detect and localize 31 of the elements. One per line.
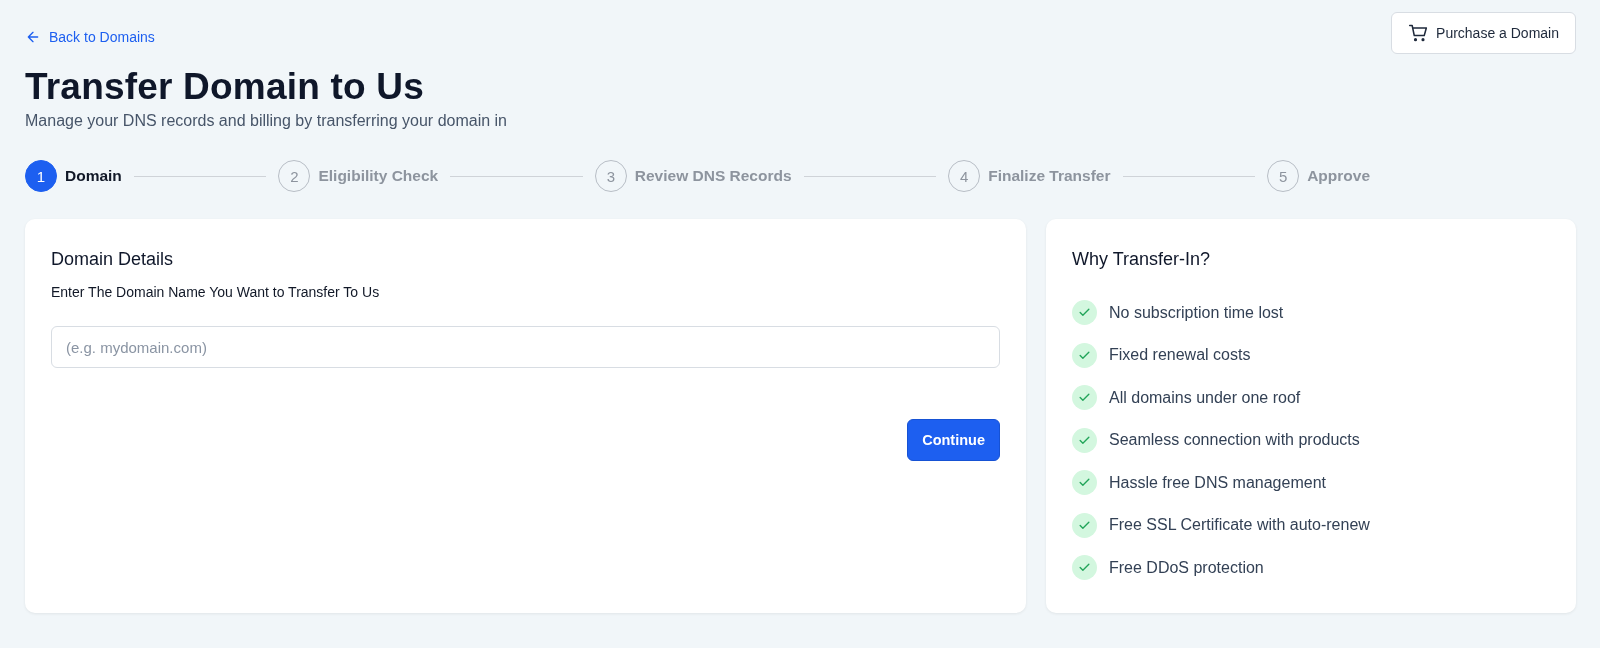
purchase-domain-button[interactable]: Purchase a Domain <box>1391 12 1576 54</box>
benefit-text: Seamless connection with products <box>1109 431 1360 449</box>
check-icon <box>1072 427 1097 453</box>
page-subtitle: Manage your DNS records and billing by transferring your domain in <box>25 112 508 130</box>
benefit-text: No subscription time lost <box>1109 303 1284 322</box>
check-icon <box>1072 512 1097 538</box>
page-title: Transfer Domain to Us <box>25 66 425 108</box>
domain-input-field[interactable]: (e.g. mydomain.com) <box>51 326 1000 368</box>
cart-icon <box>1408 23 1429 43</box>
arrow-left-icon <box>25 29 41 45</box>
step-label: Eligibility Check <box>318 167 439 185</box>
check-icon <box>1072 555 1097 580</box>
continue-button[interactable]: Continue <box>907 419 1000 461</box>
benefit-text: Fixed renewal costs <box>1109 346 1251 364</box>
benefit-text: All domains under one roof <box>1109 388 1301 407</box>
check-icon <box>1072 342 1097 368</box>
benefit-text: Free SSL Certificate with auto-renew <box>1109 516 1370 534</box>
step-label: Review DNS Records <box>634 167 792 185</box>
card-heading: Domain Details <box>51 249 175 270</box>
check-icon <box>1072 300 1097 325</box>
check-icon <box>1072 385 1097 410</box>
step-number: 1 <box>25 160 57 192</box>
benefit-text: Free DDoS protection <box>1109 558 1264 577</box>
step-label: Domain <box>65 167 122 185</box>
step-label: Approve <box>1307 167 1370 185</box>
field-label: Enter The Domain Name You Want to Transfer To Us <box>51 284 381 300</box>
card-heading: Why Transfer-In? <box>1072 249 1212 270</box>
back-link[interactable]: Back to Domains <box>25 21 155 45</box>
benefit-text: Hassle free DNS management <box>1109 473 1326 492</box>
check-icon <box>1072 470 1097 495</box>
step-label: Finalize Transfer <box>988 167 1111 185</box>
